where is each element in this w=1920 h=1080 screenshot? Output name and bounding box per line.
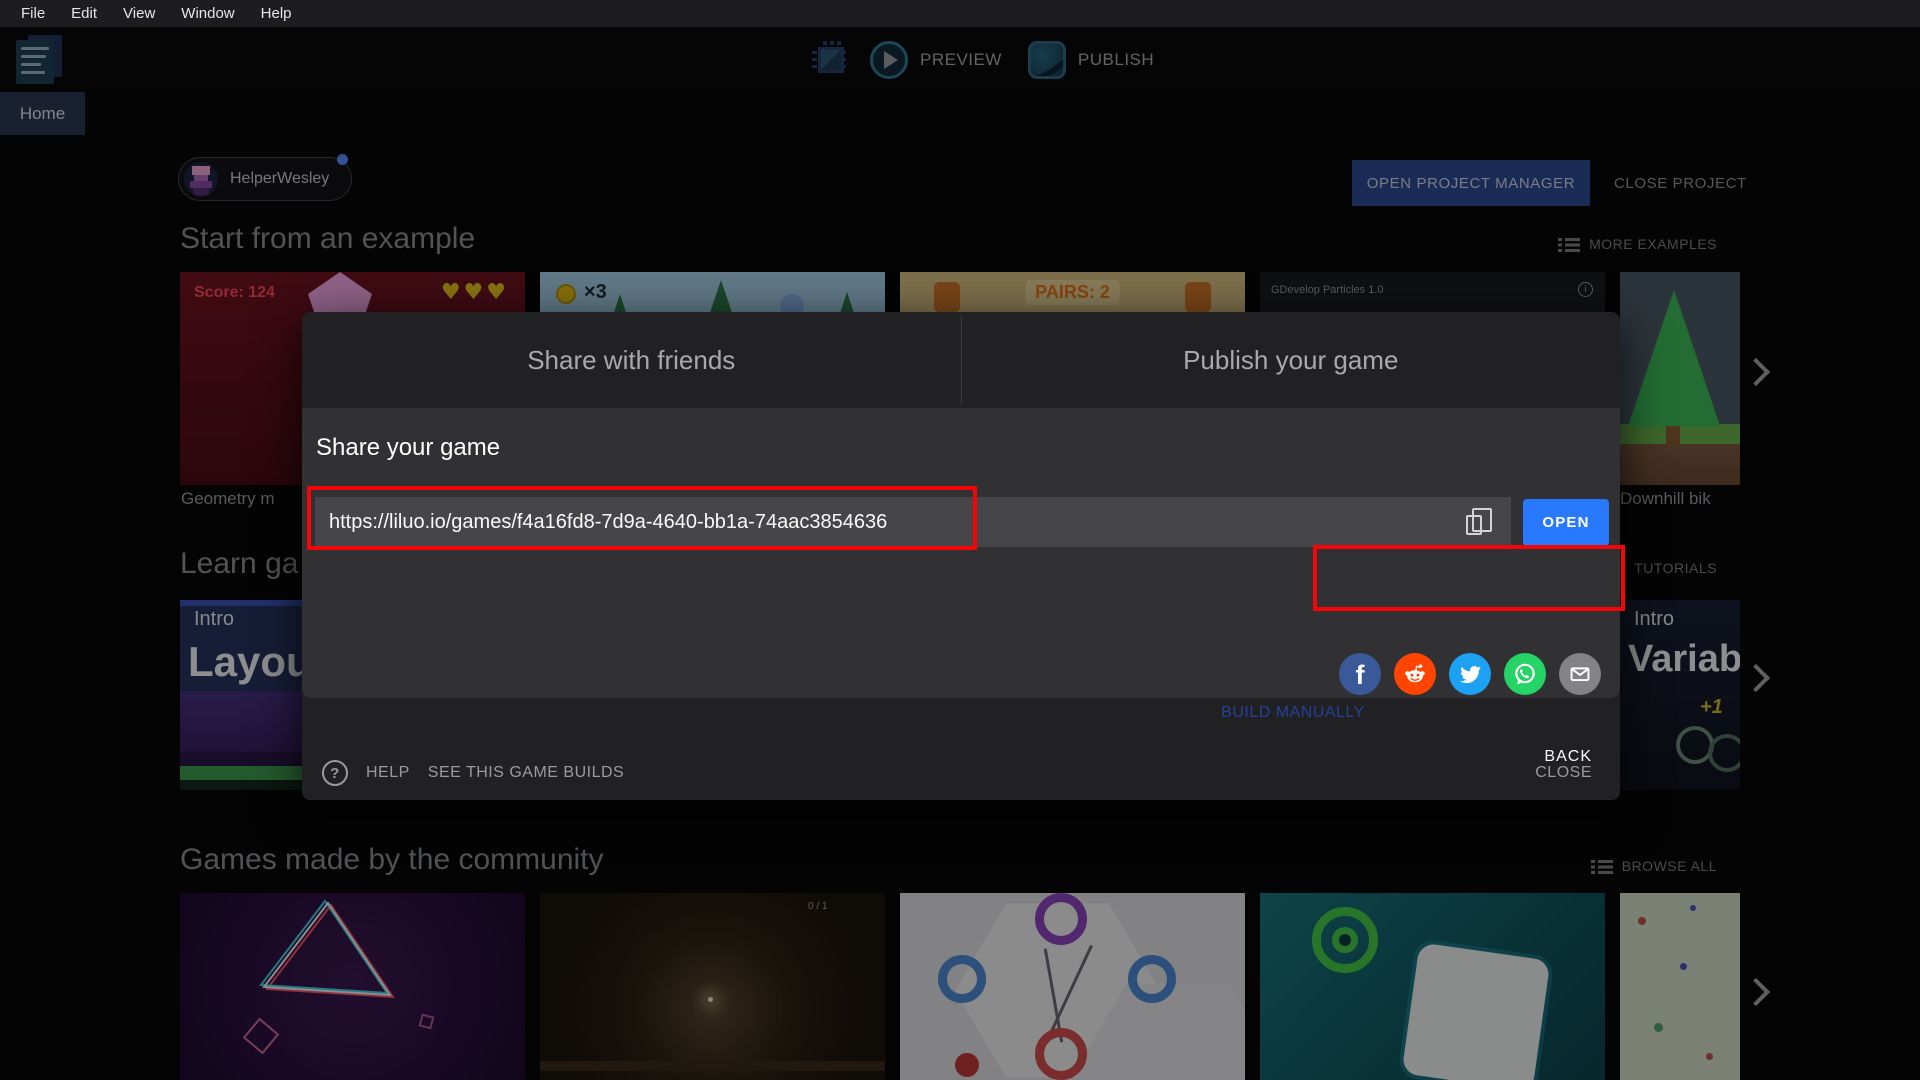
copy-url-button[interactable] [1454,500,1498,544]
facebook-f-glyph: f [1355,660,1365,690]
email-share-icon[interactable] [1559,653,1601,695]
whatsapp-share-icon[interactable] [1504,653,1546,695]
help-icon: ? [322,760,348,786]
tab-publish-your-game[interactable]: Publish your game [962,312,1621,408]
tab-share-with-friends[interactable]: Share with friends [302,312,961,408]
annotation-url-box [307,486,977,550]
reddit-icon [1405,664,1425,683]
close-dialog-button[interactable]: CLOSE [1535,764,1592,782]
dialog-footer: ? HELP SEE THIS GAME BUILDS CLOSE [322,750,1592,796]
help-link[interactable]: HELP [366,764,410,782]
menu-window[interactable]: Window [168,5,247,22]
whatsapp-icon [1515,663,1535,685]
build-manually-link[interactable]: BUILD MANUALLY [1221,704,1365,722]
reddit-share-icon[interactable] [1394,653,1436,695]
annotation-social-box [1313,545,1625,611]
copy-icon [1465,507,1492,535]
twitter-share-icon[interactable] [1449,653,1491,695]
facebook-share-icon[interactable]: f [1339,653,1381,695]
menu-view[interactable]: View [110,5,168,22]
see-game-builds-link[interactable]: SEE THIS GAME BUILDS [428,764,624,782]
menu-file[interactable]: File [8,5,58,22]
menu-edit[interactable]: Edit [58,5,110,22]
email-icon [1570,667,1590,682]
open-game-button[interactable]: OPEN [1523,499,1609,546]
menu-help[interactable]: Help [248,5,305,22]
social-share-row: f [1339,653,1601,695]
share-panel-title: Share your game [316,434,501,461]
dialog-tabs: Share with friends Publish your game [302,312,1620,408]
gdevelop-window: File Edit View Window Help PREVIEW PUBLI… [0,0,1920,1080]
menu-bar: File Edit View Window Help [0,0,1920,27]
twitter-icon [1459,665,1481,683]
